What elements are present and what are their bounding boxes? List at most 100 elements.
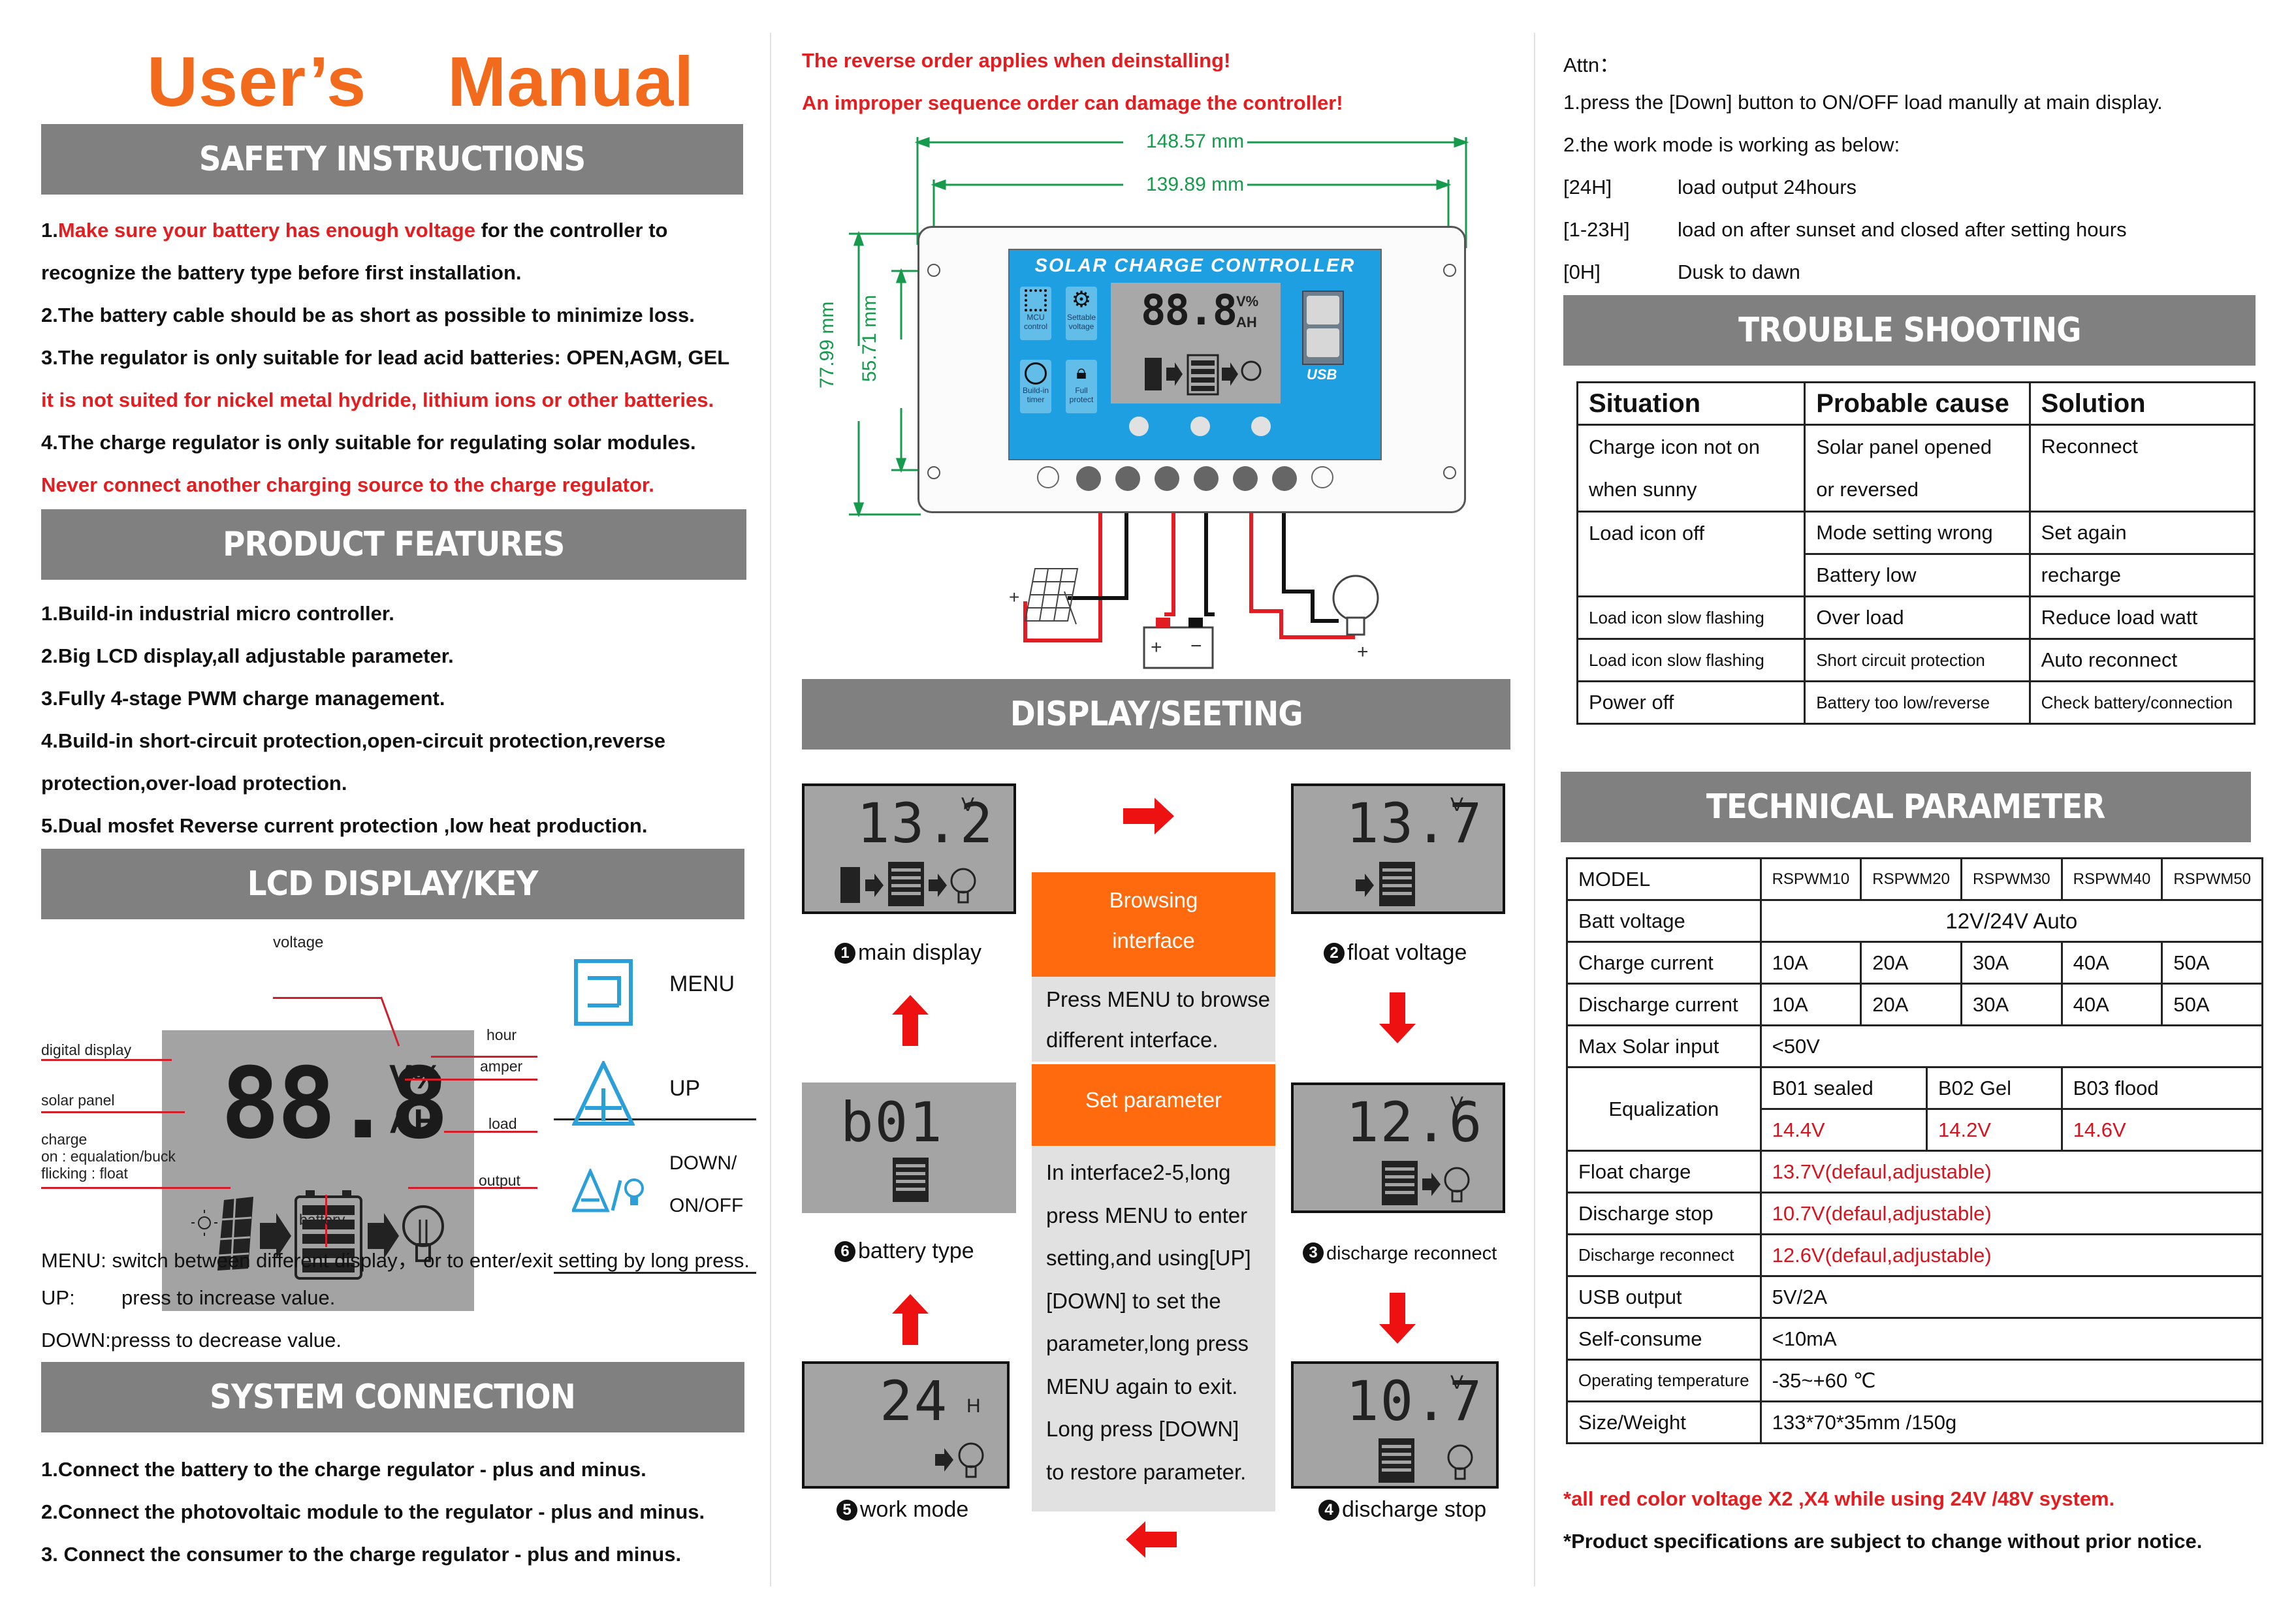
table-cell: Short circuit protection	[1804, 638, 2031, 682]
value-cell: 30A	[1960, 983, 2063, 1026]
panel-lcd-digits: 88.8	[1141, 287, 1237, 335]
row-label: Discharge current	[1566, 983, 1762, 1026]
mount-hole	[1443, 466, 1456, 479]
panel-lcd-unit: V%	[1236, 293, 1259, 309]
work-mode-1-23h: [1-23H] load on after sunset and closed a…	[1563, 218, 2127, 241]
lcd-screen-work-mode: 24 H	[802, 1361, 1010, 1489]
panel-up-button[interactable]	[1190, 417, 1210, 436]
clock-icon	[1025, 362, 1047, 385]
table-cell: Load icon slow flashing	[1576, 595, 1806, 640]
value-cell: 133*70*35mm /150g	[1759, 1400, 2264, 1444]
set-text-line: In interface2-5,long	[1046, 1160, 1231, 1184]
up-icon	[572, 1061, 635, 1126]
screen-unit: V	[1450, 794, 1464, 815]
section-header-system: SYSTEM CONNECTION	[41, 1362, 744, 1432]
svg-text:+: +	[1357, 641, 1369, 663]
set-text-line: setting,and using[UP]	[1046, 1246, 1251, 1270]
value-cell: -35~+60 ℃	[1759, 1359, 2264, 1402]
safety-line-6: 4.The charge regulator is only suitable …	[41, 431, 696, 454]
set-text-line: [DOWN] to set the	[1046, 1288, 1221, 1313]
value-cell: 20A	[1860, 941, 1962, 985]
table-row: Charge icon not on when sunny Solar panel…	[1576, 424, 2256, 513]
table-row: Operating temperature -35~+60 ℃	[1566, 1359, 2264, 1402]
label-digital-display: digital display	[41, 1041, 132, 1058]
feature-item: 1.Build-in industrial micro controller.	[41, 602, 394, 625]
value-cell: 14.2V	[1925, 1108, 2063, 1152]
value-cell: 10A	[1759, 983, 1862, 1026]
model-cell: RSPWM40	[2060, 857, 2163, 901]
dimension-inner-height: 55.71 mm	[859, 294, 880, 382]
chip-icon	[1025, 289, 1047, 311]
table-row: Max Solar input <50V	[1566, 1024, 2264, 1068]
system-item: 3. Connect the consumer to the charge re…	[41, 1543, 682, 1566]
table-cell: Charge icon not on when sunny	[1576, 424, 1806, 513]
row-label: Operating temperature	[1566, 1359, 1762, 1402]
value-cell: B01 sealed	[1759, 1066, 1928, 1110]
key-label-up: UP	[669, 1076, 701, 1101]
browsing-text: different interface.	[1046, 1028, 1219, 1052]
table-row: Self-consume <10mA	[1566, 1317, 2264, 1361]
label-output: output	[479, 1172, 520, 1189]
table-row: Discharge reconnect 12.6V(defaul,adjusta…	[1566, 1233, 2264, 1277]
table-row: Power off Battery too low/reverse Check …	[1576, 680, 2256, 725]
table-cell: Load icon off	[1576, 511, 1806, 597]
table-cell: Reconnect	[2028, 424, 2256, 513]
section-header-safety: SAFETY INSTRUCTIONS	[41, 124, 743, 195]
terminal	[1233, 466, 1258, 491]
value-cell: 12V/24V Auto	[1759, 899, 2264, 943]
value-cell: 20A	[1860, 983, 1962, 1026]
label-hour: hour	[486, 1026, 517, 1043]
row-label: Max Solar input	[1566, 1024, 1762, 1068]
safety-line-5: it is not suited for nickel metal hydrid…	[41, 388, 714, 411]
panel-lcd-unit: AH	[1236, 314, 1257, 330]
table-cell: Solar panel opened or reversed	[1804, 424, 2031, 513]
value-cell: 12.6V(defaul,adjustable)	[1759, 1233, 2264, 1277]
panel-menu-button[interactable]	[1129, 417, 1149, 436]
screen-value: 24	[880, 1369, 949, 1433]
row-label: Batt voltage	[1566, 899, 1762, 943]
table-cell: recharge	[2028, 553, 2256, 597]
screen-unit: H	[966, 1395, 981, 1417]
table-cell: Mode setting wrong	[1804, 511, 2031, 555]
table-row: Discharge current 10A 20A 30A 40A 50A	[1566, 983, 2264, 1026]
dimension-outer-width: 148.57 mm	[1146, 131, 1245, 152]
screen-unit: V	[1450, 1093, 1464, 1114]
screen-value: b01	[840, 1090, 944, 1154]
value-cell: 10.7V(defaul,adjustable)	[1759, 1192, 2264, 1235]
terminal	[1076, 466, 1101, 491]
caption-discharge-reconnect: 3 discharge reconnect	[1303, 1242, 1497, 1265]
browsing-title: Browsing	[1109, 888, 1198, 912]
feature-item: 3.Fully 4-stage PWM charge management.	[41, 687, 445, 710]
column-header: Solution	[2028, 381, 2256, 426]
badge-protect: 🔒︎ Full protect	[1066, 360, 1097, 413]
table-row: Charge current 10A 20A 30A 40A 50A	[1566, 941, 2264, 985]
table-cell: Over load	[1804, 595, 2031, 640]
warning-deinstall: The reverse order applies when deinstall…	[802, 49, 1231, 72]
label-voltage: voltage	[273, 934, 324, 951]
table-row: Size/Weight 133*70*35mm /150g	[1566, 1400, 2264, 1444]
warning-sequence: An improper sequence order can damage th…	[802, 91, 1343, 114]
safety-line-1: 1.Make sure your battery has enough volt…	[41, 219, 668, 242]
set-text-line: Long press [DOWN]	[1046, 1417, 1239, 1441]
table-cell: Reduce load watt	[2028, 595, 2256, 640]
table-row: Discharge stop 10.7V(defaul,adjustable)	[1566, 1192, 2264, 1235]
key-label-onoff: ON/OFF	[669, 1195, 744, 1216]
model-cell: RSPWM10	[1759, 857, 1862, 901]
set-text-line: MENU again to exit.	[1046, 1374, 1238, 1399]
set-text-line: parameter,long press	[1046, 1331, 1249, 1355]
table-row: MODEL RSPWM10 RSPWM20 RSPWM30 RSPWM40 RS…	[1566, 857, 2264, 901]
mount-hole	[927, 264, 940, 277]
panel-down-button[interactable]	[1251, 417, 1271, 436]
safety-line-2: recognize the battery type before first …	[41, 261, 522, 284]
label-battery: battery	[299, 1211, 345, 1228]
arrow-down-icon	[1379, 1293, 1416, 1344]
row-label: Discharge reconnect	[1566, 1233, 1762, 1277]
badge-settable: ⚙ Settable voltage	[1066, 287, 1097, 340]
technical-parameter-table: MODEL RSPWM10 RSPWM20 RSPWM30 RSPWM40 RS…	[1566, 857, 2264, 1444]
terminal	[1272, 466, 1297, 491]
arrow-up-icon	[892, 1294, 929, 1345]
set-parameter-box: Set parameter	[1032, 1064, 1275, 1146]
arrow-down-icon	[1379, 992, 1416, 1043]
set-text-line: to restore parameter.	[1046, 1459, 1247, 1484]
usb-port	[1302, 291, 1344, 365]
